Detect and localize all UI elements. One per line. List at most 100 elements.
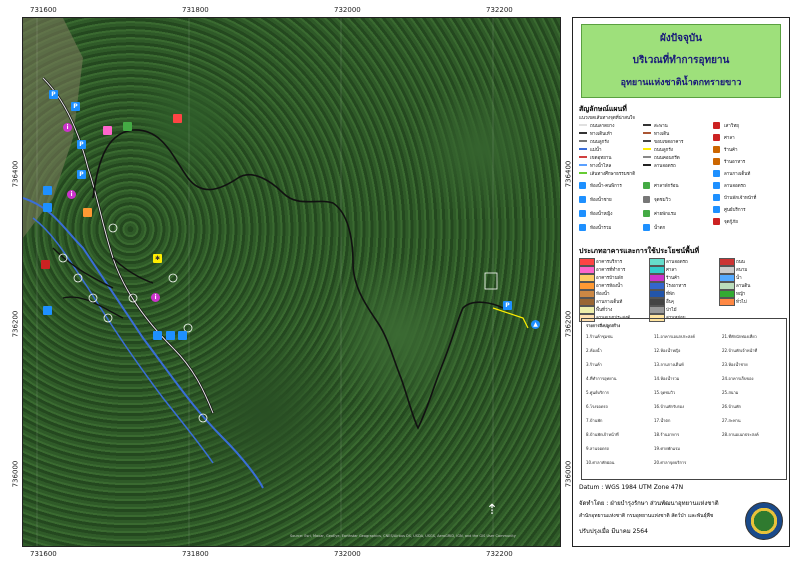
river xyxy=(23,197,264,489)
legend-swatch xyxy=(643,210,650,217)
parking-icon[interactable]: P xyxy=(71,102,80,111)
gravel-road xyxy=(492,307,529,329)
restroom-icon[interactable] xyxy=(43,203,52,212)
parking-icon[interactable]: P xyxy=(503,301,512,310)
landuse-swatch xyxy=(579,266,595,274)
landuse-swatch xyxy=(719,298,735,306)
updated: ปรับปรุงเมื่อ มีนาคม 2564 xyxy=(579,528,648,535)
department-logo xyxy=(745,502,783,540)
info-icon[interactable]: i xyxy=(63,123,72,132)
building-list-item: 15.จุดชมวิว xyxy=(654,390,676,395)
legend-label: ศาลาพักร้อน xyxy=(654,184,679,189)
legend-swatch xyxy=(643,124,651,126)
x-tick-top-1: 731600 xyxy=(30,6,57,14)
legend-swatch xyxy=(579,182,586,189)
legend-swatch xyxy=(579,132,587,134)
landuse-label: ร้านค้า xyxy=(666,276,680,281)
restroom-icon[interactable] xyxy=(43,186,52,195)
info-icon[interactable]: i xyxy=(67,190,76,199)
building-list-item: 9.ลานจอดรถ xyxy=(586,446,610,451)
building-list-item: 17.น้ำตก xyxy=(654,418,671,423)
building-list-item: 16.บ้านพักรับรอง xyxy=(654,404,685,409)
legend-label: ขอบเขตอาคาร xyxy=(654,140,684,145)
building-list-item: 26.บ้านพัก xyxy=(722,404,741,409)
legend-swatch xyxy=(643,156,651,158)
restroom-icon[interactable] xyxy=(178,331,187,340)
title-box: ผังปัจจุบัน บริเวณที่ทำการอุทยาน อุทยานแ… xyxy=(581,24,781,98)
x-tick-top-3: 732000 xyxy=(334,6,361,14)
building-list: รายการสิ่งปลูกสร้าง 1.ร้านค้าชุมชน 2.ห้อง… xyxy=(581,318,787,480)
service-building-icon[interactable] xyxy=(173,114,182,123)
building-list-item: 23.ห้องน้ำชาย xyxy=(722,362,748,367)
landuse-swatch xyxy=(719,282,735,290)
building-list-item: 1.ร้านค้าชุมชน xyxy=(586,334,613,339)
landuse-label: ถนน xyxy=(736,260,745,265)
landuse-label: ที่พัก xyxy=(666,292,675,297)
building-list-heading: รายการสิ่งปลูกสร้าง xyxy=(586,323,621,328)
satellite-map[interactable]: P P P P i i i ✱ P ▲ ⇡ xyxy=(22,17,561,547)
building-list-item: 11.อาคารเอนกประสงค์ xyxy=(654,334,695,339)
landuse-label: ทั่วไป xyxy=(736,300,747,305)
building-list-item: 27.สะพาน xyxy=(722,418,741,423)
parking-icon[interactable]: P xyxy=(49,90,58,99)
restroom-icon[interactable] xyxy=(153,331,162,340)
landuse-heading: ประเภทอาคารและการใช้ประโยชน์พื้นที่ xyxy=(579,247,700,255)
legend-label: ลานจอดรถ xyxy=(654,164,676,169)
legend-swatch xyxy=(579,148,587,150)
office-building-icon[interactable] xyxy=(103,126,112,135)
parking-icon[interactable]: P xyxy=(77,170,86,179)
building-list-item: 7.บ้านพัก xyxy=(586,418,603,423)
nature-trail xyxy=(92,129,504,430)
map-subtitle: บริเวณที่ทำการอุทยาน xyxy=(632,55,730,66)
shop-icon[interactable] xyxy=(83,208,92,217)
x-tick-top-4: 732200 xyxy=(486,6,513,14)
campsite-icon[interactable]: ▲ xyxy=(531,320,540,329)
restroom-icon[interactable] xyxy=(166,331,175,340)
legend-label: ห้องน้ำหญิง xyxy=(590,212,613,217)
legend-label: เสาวิทยุ xyxy=(724,124,739,129)
datum: Datum : WGS 1984 UTM Zone 47N xyxy=(579,484,684,491)
info-icon[interactable]: i xyxy=(151,293,160,302)
landuse-label: อาคารที่ทำการ xyxy=(596,268,626,273)
legend-swatch xyxy=(579,156,587,158)
legend-label: บ้านพักเจ้าหน้าที่ xyxy=(724,196,757,201)
landuse-swatch xyxy=(649,266,665,274)
legend-swatch xyxy=(579,140,587,142)
x-tick-top-2: 731800 xyxy=(182,6,209,14)
landuse-label: พื้นที่ว่าง xyxy=(596,308,613,313)
landuse-swatch xyxy=(649,298,665,306)
legend-swatch xyxy=(713,134,720,141)
landuse-swatch xyxy=(719,274,735,282)
legend-swatch xyxy=(713,170,720,177)
landuse-label: ลานจอดรถ xyxy=(666,260,688,265)
legend-subheading: แนวเขตเส้นทางจุดที่น่าสนใจ xyxy=(579,116,635,121)
landuse-label: น้ำ xyxy=(736,276,742,281)
building-list-item: 2.ห้องน้ำ xyxy=(586,348,602,353)
legend-panel: ผังปัจจุบัน บริเวณที่ทำการอุทยาน อุทยานแ… xyxy=(572,17,790,547)
building-list-item: 19.ค่ายพักแรม xyxy=(654,446,681,451)
restroom-icon[interactable] xyxy=(43,306,52,315)
rescue-point-icon[interactable] xyxy=(41,260,50,269)
legend-swatch xyxy=(713,122,720,129)
legend-label: ศาลา xyxy=(724,136,735,141)
landuse-swatch xyxy=(579,290,595,298)
map-title: ผังปัจจุบัน xyxy=(660,33,702,44)
viewpoint-icon[interactable]: ✱ xyxy=(153,254,162,263)
building-list-item: 12.ห้องน้ำหญิง xyxy=(654,348,681,353)
landuse-swatch xyxy=(579,282,595,290)
parking-icon[interactable]: P xyxy=(77,140,86,149)
legend-label: ทางเดินเท้า xyxy=(590,132,613,137)
x-tick-bottom-4: 732200 xyxy=(486,550,513,558)
legend-label: ถนนลาดยาง xyxy=(590,124,615,129)
legend-swatch xyxy=(643,148,651,150)
legend-label: ร้านอาหาร xyxy=(724,160,746,165)
building-list-item: 25.สนาม xyxy=(722,390,739,395)
landuse-swatch xyxy=(649,282,665,290)
legend-label: ร้านค้า xyxy=(724,148,738,153)
building-list-item: 20.ศาลาจุดบริการ xyxy=(654,460,687,465)
shelter-icon[interactable] xyxy=(123,122,132,131)
legend-label: จุดกู้ภัย xyxy=(724,220,738,225)
legend-label: ห้องน้ำรวม xyxy=(590,226,612,231)
legend-swatch xyxy=(643,164,651,166)
landuse-label: ป่าไม้ xyxy=(666,308,677,313)
